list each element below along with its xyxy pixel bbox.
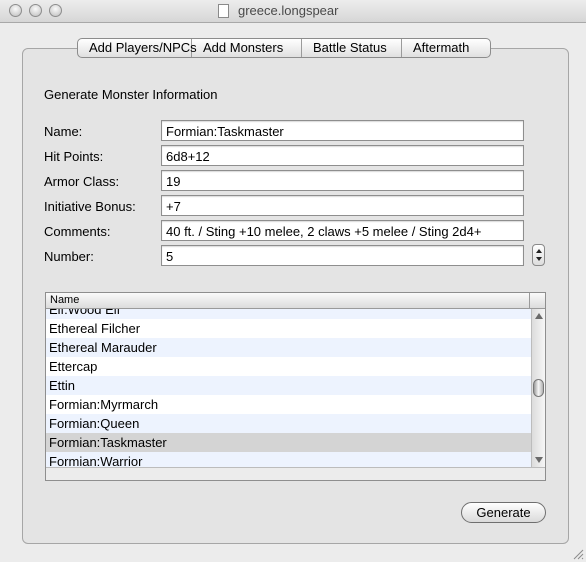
tab-add-players-npcs[interactable]: Add Players/NPCs <box>78 39 197 57</box>
vertical-scrollbar[interactable] <box>531 309 545 467</box>
horizontal-scrollbar[interactable] <box>46 467 545 480</box>
zoom-window-icon[interactable] <box>49 4 62 17</box>
list-item[interactable]: Ettercap <box>46 357 531 376</box>
list-item-selected[interactable]: Formian:Taskmaster <box>46 433 531 452</box>
scroll-thumb[interactable] <box>533 379 544 397</box>
scroll-down-icon[interactable] <box>535 457 543 463</box>
list-item[interactable]: Formian:Queen <box>46 414 531 433</box>
scroll-up-icon[interactable] <box>535 313 543 319</box>
table-header: Name <box>46 293 545 309</box>
initiative-bonus-label: Initiative Bonus: <box>44 199 136 214</box>
list-item[interactable]: Ethereal Marauder <box>46 338 531 357</box>
list-item[interactable]: Formian:Myrmarch <box>46 395 531 414</box>
list-item[interactable]: Elf:Wood Elf <box>46 309 531 319</box>
column-divider <box>529 293 530 308</box>
tab-aftermath[interactable]: Aftermath <box>402 39 490 57</box>
tab-battle-status[interactable]: Battle Status <box>302 39 402 57</box>
hit-points-label: Hit Points: <box>44 149 104 164</box>
title-bar: greece.longspear <box>0 0 586 23</box>
name-field[interactable]: Formian:Taskmaster <box>161 120 524 141</box>
stepper-up-icon[interactable] <box>536 249 542 253</box>
name-column-header[interactable]: Name <box>50 293 79 308</box>
list-item[interactable]: Formian:Warrior <box>46 452 531 467</box>
comments-label: Comments: <box>44 224 111 239</box>
list-item[interactable]: Ettin <box>46 376 531 395</box>
tab-bar: Add Players/NPCs Add Monsters Battle Sta… <box>77 38 491 58</box>
list-item[interactable]: Ethereal Filcher <box>46 319 531 338</box>
name-label: Name: <box>44 124 83 139</box>
number-field[interactable]: 5 <box>161 245 524 266</box>
hit-points-field[interactable]: 6d8+12 <box>161 145 524 166</box>
close-window-icon[interactable] <box>9 4 22 17</box>
number-stepper[interactable] <box>532 244 545 266</box>
armor-class-label: Armor Class: <box>44 174 120 189</box>
tab-add-monsters[interactable]: Add Monsters <box>192 39 302 57</box>
window-title: greece.longspear <box>238 3 339 18</box>
resize-grip-icon[interactable] <box>572 548 584 560</box>
number-label: Number: <box>44 249 94 264</box>
section-title: Generate Monster Information <box>44 87 218 102</box>
comments-field[interactable]: 40 ft. / Sting +10 melee, 2 claws +5 mel… <box>161 220 524 241</box>
document-icon <box>218 4 229 18</box>
armor-class-field[interactable]: 19 <box>161 170 524 191</box>
initiative-bonus-field[interactable]: +7 <box>161 195 524 216</box>
minimize-window-icon[interactable] <box>29 4 42 17</box>
stepper-down-icon[interactable] <box>536 257 542 261</box>
generate-button[interactable]: Generate <box>461 502 546 523</box>
monster-rows: Elf:Wood Elf Ethereal Filcher Ethereal M… <box>46 309 531 467</box>
monster-list-table: Name Elf:Wood Elf Ethereal Filcher Ether… <box>45 292 546 481</box>
